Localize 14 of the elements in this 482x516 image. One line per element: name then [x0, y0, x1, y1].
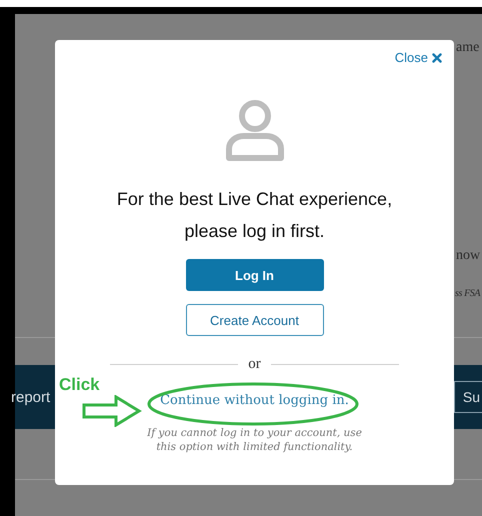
arrow-icon [82, 395, 142, 427]
banner-text: report [11, 388, 50, 406]
hint-text: If you cannot log in to your account, use this option with limited functionality. [146, 426, 363, 454]
create-account-button[interactable]: Create Account [186, 304, 324, 336]
user-icon [224, 99, 286, 163]
separator-text: or [248, 356, 261, 373]
close-button[interactable]: Close [394, 50, 442, 65]
page-text: now [456, 248, 480, 264]
close-icon [432, 52, 442, 62]
page-text: ame [456, 40, 480, 56]
login-button[interactable]: Log In [186, 259, 324, 291]
annotation-label: Click [59, 375, 100, 395]
page-text: ss FSA [455, 288, 480, 299]
dialog-heading: For the best Live Chat experience, please log in first. [116, 188, 394, 243]
